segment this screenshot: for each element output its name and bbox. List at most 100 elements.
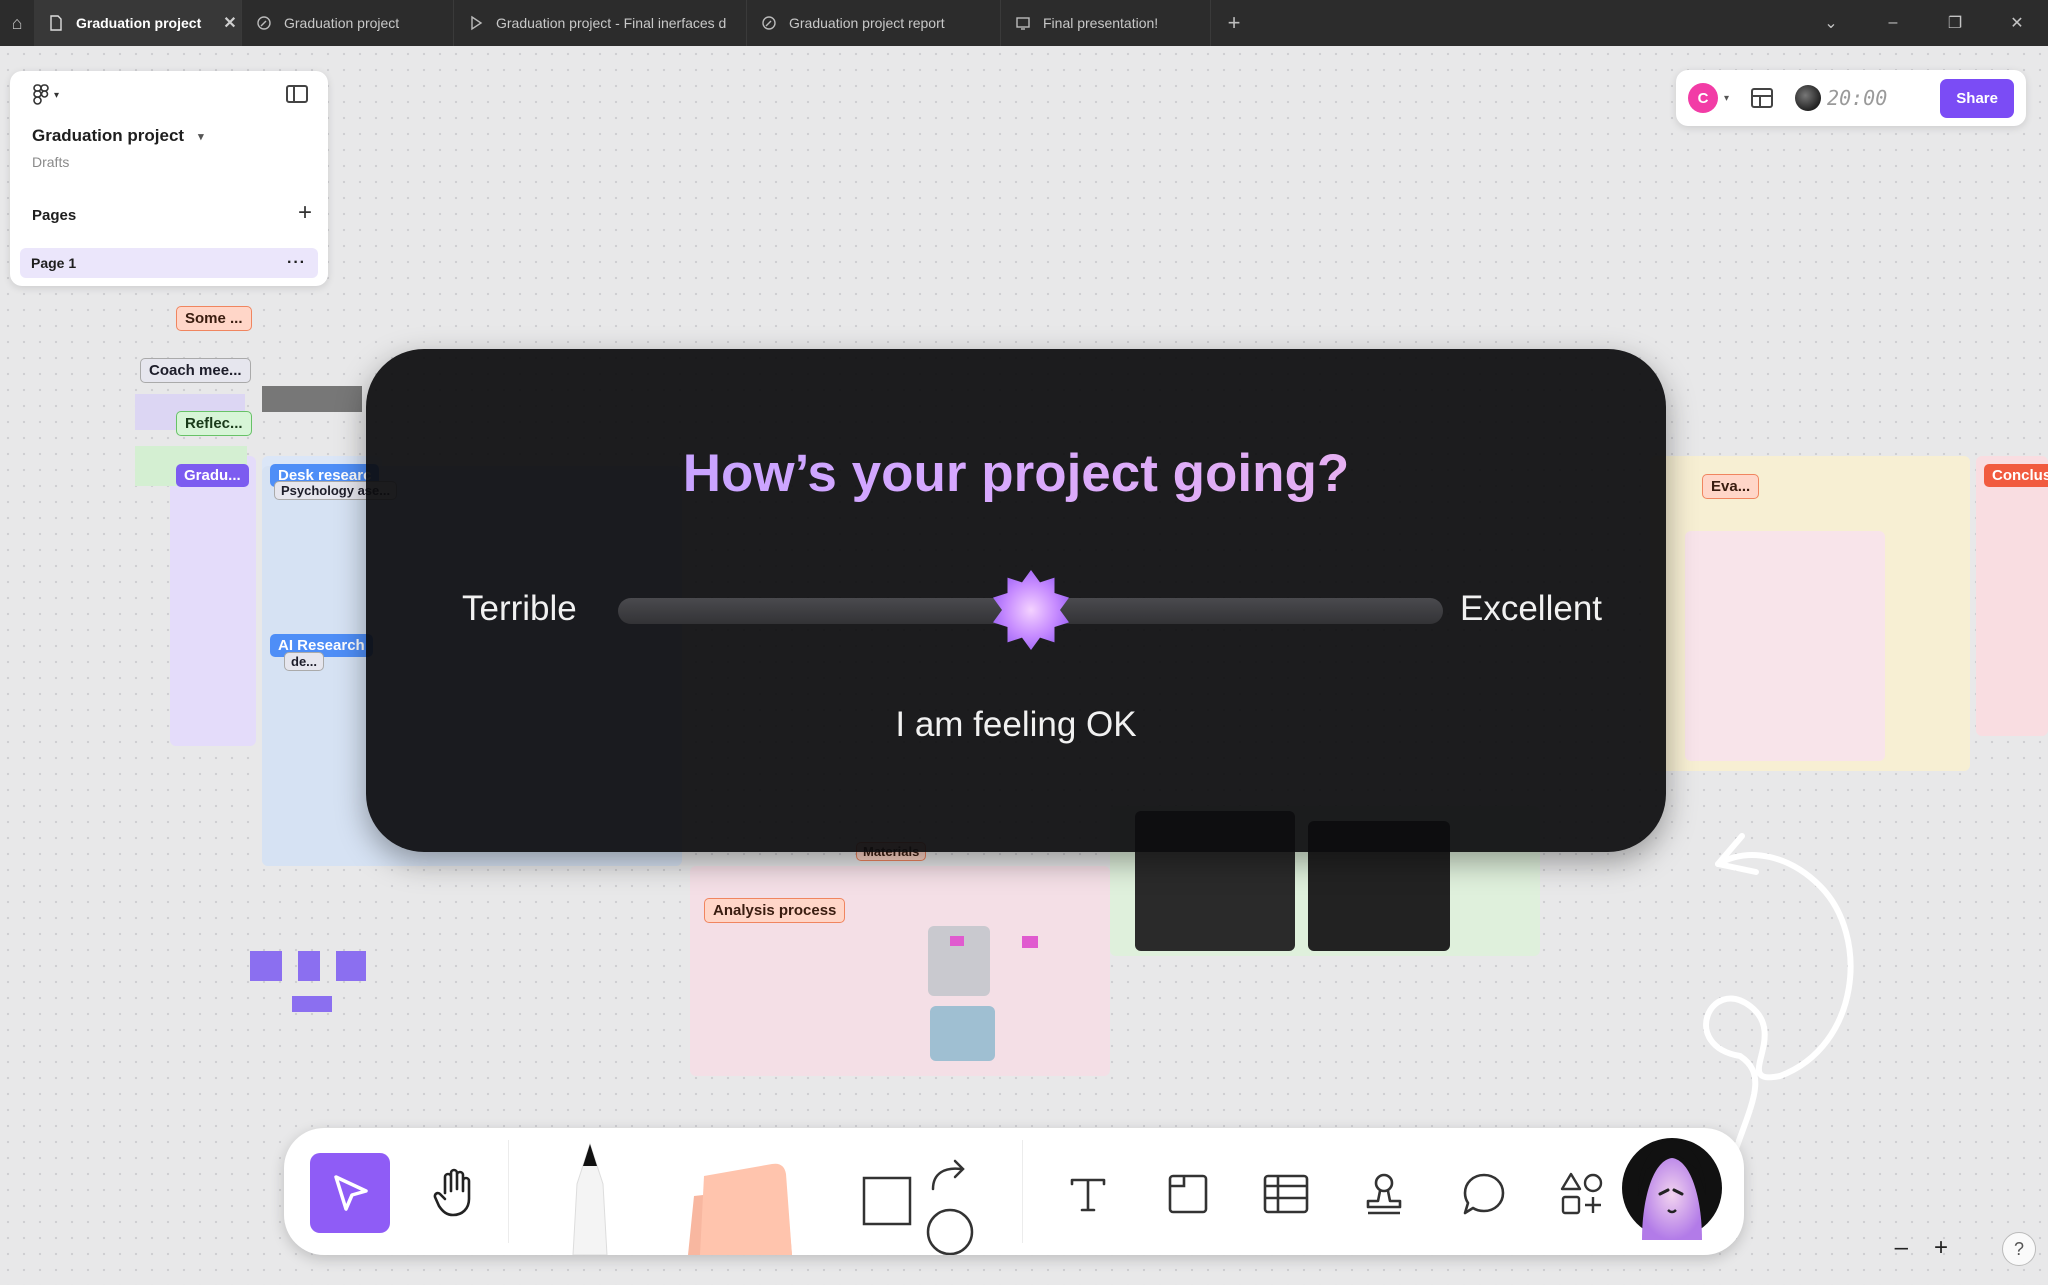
chevron-down-icon[interactable]: ▾ [1724,93,1729,104]
new-tab-button[interactable]: + [1211,0,1257,46]
tab-label: Graduation project [76,15,202,31]
layout-icon[interactable] [1751,88,1774,108]
tab-label: Graduation project report [789,15,945,31]
rectangle-tool[interactable] [862,1176,912,1226]
board-label: Some ... [176,306,252,331]
tab-project-report[interactable]: Graduation project report [747,0,1001,46]
avatar-icon [1622,1138,1722,1240]
tab-graduation-project-2[interactable]: Graduation project [242,0,454,46]
play-icon [471,15,483,31]
zoom-in-button[interactable]: + [1934,1234,1948,1262]
modal-question: How’s your project going? [366,443,1666,504]
file-location[interactable]: Drafts [32,154,69,170]
figma-logo-icon [33,84,49,105]
slider-min-label: Terrible [462,589,577,628]
comment-tool[interactable] [1456,1166,1512,1222]
avatar[interactable] [1620,1136,1724,1240]
pen-tool[interactable] [550,1136,630,1255]
timer-dial-icon [1795,85,1822,111]
help-button[interactable]: ? [2002,1232,2036,1266]
restore-icon[interactable]: ❐ [1924,13,1986,33]
tab-final-interfaces[interactable]: Graduation project - Final inerfaces d [454,0,747,46]
feeling-text: I am feeling OK [895,705,1137,744]
tab-label: Graduation project - Final inerfaces d [496,15,727,31]
top-right-bar: C ▾ 20:00 Share [1676,70,2026,126]
pen-icon [572,1142,608,1255]
arrow-icon [931,1159,965,1191]
slides-icon [1016,17,1030,30]
timer-text: 20:00 [1827,86,1888,110]
board-label: Eva... [1702,474,1760,499]
zoom-controls: – + [1895,1234,1948,1262]
zoom-out-button[interactable]: – [1895,1234,1908,1262]
toggle-sidebar-icon[interactable] [286,85,308,103]
board-label: Reflec... [176,411,252,436]
board-item [336,951,366,981]
tab-graduation-project[interactable]: Graduation project ✕ [34,0,242,46]
board-frame [1976,456,2048,736]
window-controls: ⌄ – ❐ ✕ [1800,0,2048,46]
add-page-button[interactable]: + [298,199,312,227]
timer[interactable]: 20:00 [1795,85,1887,111]
chevron-down-icon: ▾ [54,89,60,101]
widgets-tool[interactable] [1554,1166,1610,1222]
board-label: de... [284,652,325,671]
section-icon [1168,1174,1208,1214]
more-options-icon[interactable]: ··· [287,254,306,272]
board-label: Analysis process [704,898,846,923]
tab-bar: ⌂ Graduation project ✕ Graduation projec… [0,0,2048,46]
share-button[interactable]: Share [1940,78,2014,118]
hand-tool[interactable] [420,1158,490,1228]
board-item [250,951,282,981]
text-tool[interactable] [1060,1166,1116,1222]
tab-label: Final presentation! [1043,15,1159,31]
select-tool[interactable] [310,1153,390,1233]
widgets-icon [1560,1172,1603,1215]
pen-file-icon [762,16,776,30]
bottom-toolbar [284,1128,1744,1255]
chevron-down-icon[interactable]: ⌄ [1800,13,1862,33]
ellipse-tool[interactable] [924,1206,976,1255]
close-window-icon[interactable]: ✕ [1986,13,2048,33]
board-frame [1685,531,1885,761]
board-item [262,386,362,412]
tab-label: Graduation project [284,15,400,31]
table-icon [1263,1174,1309,1214]
mood-slider-thumb[interactable] [988,567,1074,653]
file-title[interactable]: Graduation project ▾ [32,126,204,146]
separator [1022,1140,1023,1243]
file-title-text: Graduation project [32,126,185,145]
board-label: Gradu... [176,464,249,487]
separator [508,1140,509,1243]
page-label: Page 1 [31,255,77,271]
board-label: Conclus [1984,464,2048,487]
close-icon[interactable]: ✕ [223,13,236,33]
board-item [298,951,320,981]
file-icon [50,15,62,31]
comment-icon [1463,1173,1505,1215]
home-icon[interactable]: ⌂ [0,0,34,46]
minimize-icon[interactable]: – [1862,14,1924,32]
mood-check-modal: How’s your project going? Terrible Excel… [366,349,1666,852]
main-menu-button[interactable]: ▾ [32,83,59,107]
pages-heading: Pages [32,207,77,224]
board-item [950,936,964,946]
tab-final-presentation[interactable]: Final presentation! [1001,0,1211,46]
pen-file-icon [257,16,271,30]
page-item[interactable]: Page 1 ··· [20,248,318,278]
table-tool[interactable] [1258,1166,1314,1222]
rectangle-icon [862,1176,912,1226]
stamp-icon [1366,1173,1402,1215]
sticky-note-icon [688,1163,792,1255]
sticky-note-tool[interactable] [674,1156,804,1255]
stamp-tool[interactable] [1356,1166,1412,1222]
file-panel: ▾ Graduation project ▾ Drafts Pages + Pa… [10,71,328,286]
board-item [292,996,332,1012]
cursor-icon [334,1175,368,1211]
board-image [930,1006,995,1061]
connector-tool[interactable] [924,1158,974,1194]
slider-max-label: Excellent [1460,589,1603,628]
section-tool[interactable] [1160,1166,1216,1222]
avatar[interactable]: C [1688,83,1718,113]
circle-icon [926,1208,974,1255]
